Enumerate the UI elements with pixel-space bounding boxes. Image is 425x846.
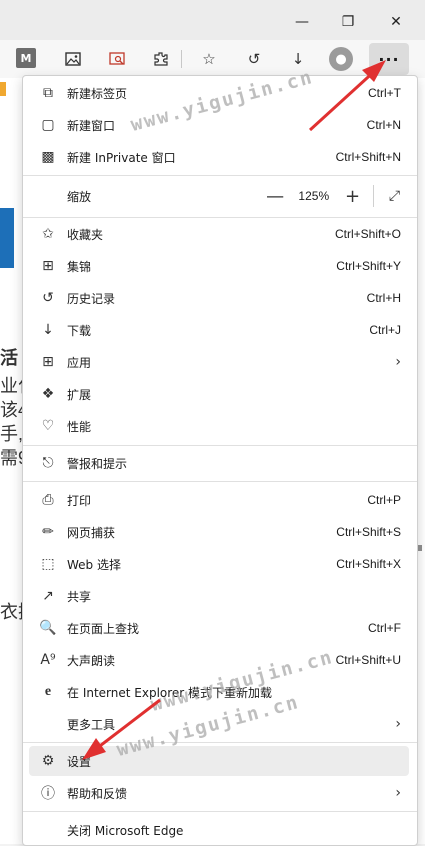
arrow-to-more-button	[308, 66, 380, 132]
arrow-to-settings	[91, 698, 161, 754]
arrowhead-settings	[82, 738, 106, 760]
annotation-arrows	[82, 60, 386, 760]
